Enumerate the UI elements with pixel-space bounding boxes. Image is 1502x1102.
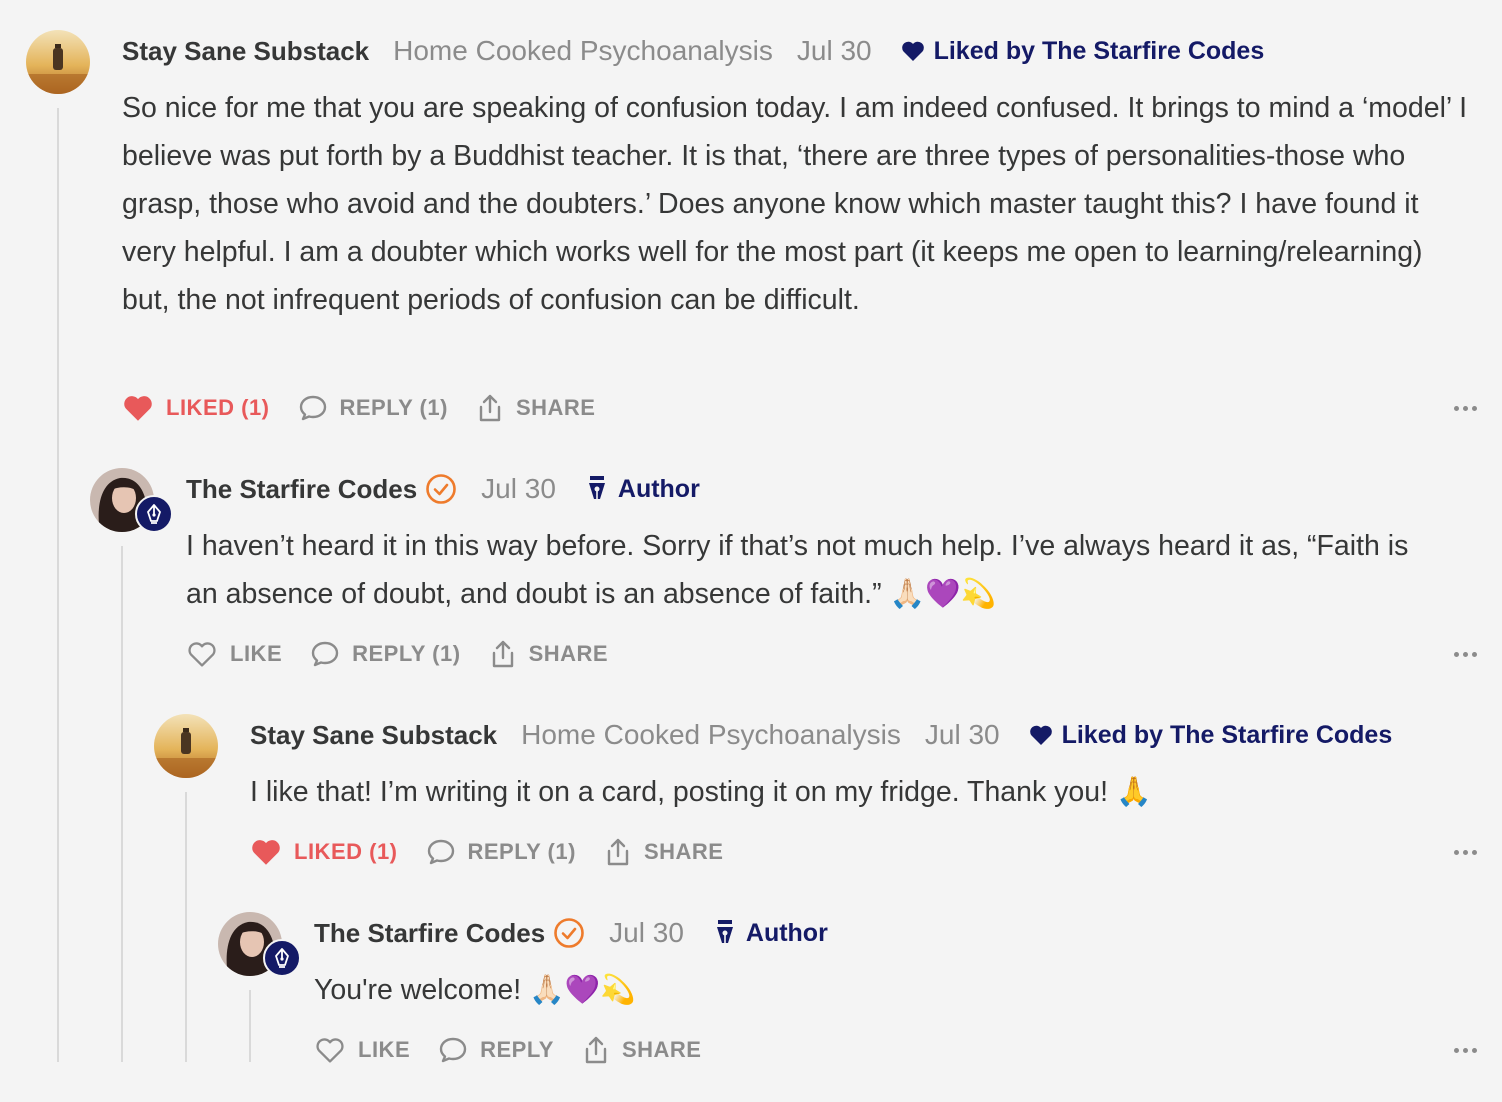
reply-label: REPLY (1) <box>352 641 461 666</box>
verified-check-icon <box>425 473 457 505</box>
share-button[interactable]: SHARE <box>604 837 724 867</box>
comment-actions: LIKED (1) REPLY (1) SHARE <box>122 388 623 428</box>
reply-bubble-icon <box>438 1036 468 1064</box>
thread-line-level-4 <box>249 990 251 1062</box>
comment-body: You're welcome! 🙏🏻💜💫 <box>314 974 636 1006</box>
reply-bubble-icon <box>310 640 340 668</box>
reply-button[interactable]: REPLY (1) <box>298 394 448 422</box>
share-label: SHARE <box>528 641 609 666</box>
pen-nib-icon <box>144 503 164 525</box>
like-label: LIKED (1) <box>294 839 398 864</box>
thread-line-level-3 <box>185 792 187 1062</box>
reply-label: REPLY <box>480 1037 554 1062</box>
share-button[interactable]: SHARE <box>489 639 609 669</box>
author-badge <box>263 939 301 977</box>
more-options-button[interactable] <box>1454 634 1477 674</box>
more-dots-icon <box>1454 405 1459 411</box>
reply-button[interactable]: REPLY <box>438 1036 554 1064</box>
reply-bubble-icon <box>298 394 328 422</box>
like-label: LIKE <box>358 1037 411 1062</box>
comment-actions: LIKED (1) REPLY (1) SHARE <box>250 832 751 872</box>
more-options-button[interactable] <box>1454 388 1477 428</box>
pen-nib-icon <box>586 475 608 503</box>
share-icon <box>604 837 632 867</box>
publication-name[interactable]: Home Cooked Psychoanalysis <box>521 719 901 751</box>
like-button[interactable]: LIKE <box>186 640 282 668</box>
author-name[interactable]: The Starfire Codes <box>314 918 545 949</box>
like-button[interactable]: LIKED (1) <box>250 838 398 866</box>
comment-actions: LIKE REPLY SHARE <box>314 1030 729 1070</box>
publication-name[interactable]: Home Cooked Psychoanalysis <box>393 35 773 67</box>
avatar[interactable] <box>26 30 90 94</box>
author-name[interactable]: Stay Sane Substack <box>250 720 497 751</box>
reply-label: REPLY (1) <box>339 395 448 420</box>
comment-date[interactable]: Jul 30 <box>481 473 556 505</box>
heart-filled-icon <box>900 40 926 62</box>
reply-button[interactable]: REPLY (1) <box>310 640 460 668</box>
more-dots-icon <box>1454 849 1459 855</box>
heart-outline-icon <box>186 640 218 668</box>
share-button[interactable]: SHARE <box>476 393 596 423</box>
author-tag-label: Author <box>745 918 828 947</box>
share-icon <box>489 639 517 669</box>
heart-outline-icon <box>314 1036 346 1064</box>
comment-body: I like that! I’m writing it on a card, p… <box>250 776 1152 808</box>
comment-meta: Stay Sane Substack Home Cooked Psychoana… <box>122 31 1264 71</box>
comment-date[interactable]: Jul 30 <box>925 719 1000 751</box>
share-icon <box>476 393 504 423</box>
author-tag: Author <box>714 919 828 948</box>
heart-filled-icon <box>122 394 154 422</box>
thread-line-level-1 <box>57 108 59 1062</box>
liked-by-badge: Liked by The Starfire Codes <box>1028 720 1393 750</box>
comment-actions: LIKE REPLY (1) SHARE <box>186 634 636 674</box>
reply-bubble-icon <box>426 838 456 866</box>
author-badge <box>135 495 173 533</box>
like-label: LIKE <box>230 641 283 666</box>
heart-filled-icon <box>1028 724 1054 746</box>
more-dots-icon <box>1454 651 1459 657</box>
comment-body: So nice for me that you are speaking of … <box>122 92 1468 316</box>
comment-body: I haven’t heard it in this way before. S… <box>186 530 1409 610</box>
share-label: SHARE <box>515 395 596 420</box>
heart-filled-icon <box>250 838 282 866</box>
comment-meta: The Starfire Codes Jul 30 Author <box>314 913 828 953</box>
liked-by-text: Liked by The Starfire Codes <box>1061 720 1393 749</box>
liked-by-badge: Liked by The Starfire Codes <box>900 36 1265 66</box>
share-icon <box>582 1035 610 1065</box>
author-tag: Author <box>586 475 700 504</box>
verified-check-icon <box>553 917 585 949</box>
avatar[interactable] <box>154 714 218 778</box>
author-name[interactable]: Stay Sane Substack <box>122 36 369 67</box>
reply-label: REPLY (1) <box>467 839 576 864</box>
like-label: LIKED (1) <box>166 395 270 420</box>
pen-nib-icon <box>272 947 292 969</box>
share-button[interactable]: SHARE <box>582 1035 702 1065</box>
reply-button[interactable]: REPLY (1) <box>426 838 576 866</box>
pen-nib-icon <box>714 919 736 947</box>
like-button[interactable]: LIKE <box>314 1036 410 1064</box>
more-options-button[interactable] <box>1454 1030 1477 1070</box>
liked-by-text: Liked by The Starfire Codes <box>933 36 1265 65</box>
comment-date[interactable]: Jul 30 <box>797 35 872 67</box>
comment-meta: The Starfire Codes Jul 30 Author <box>186 469 700 509</box>
author-name[interactable]: The Starfire Codes <box>186 474 417 505</box>
comment-date[interactable]: Jul 30 <box>609 917 684 949</box>
comment-meta: Stay Sane Substack Home Cooked Psychoana… <box>250 715 1392 755</box>
share-label: SHARE <box>621 1037 702 1062</box>
thread-line-level-2 <box>121 546 123 1062</box>
share-label: SHARE <box>643 839 724 864</box>
like-button[interactable]: LIKED (1) <box>122 394 270 422</box>
more-dots-icon <box>1454 1047 1459 1053</box>
author-tag-label: Author <box>617 474 700 503</box>
more-options-button[interactable] <box>1454 832 1477 872</box>
